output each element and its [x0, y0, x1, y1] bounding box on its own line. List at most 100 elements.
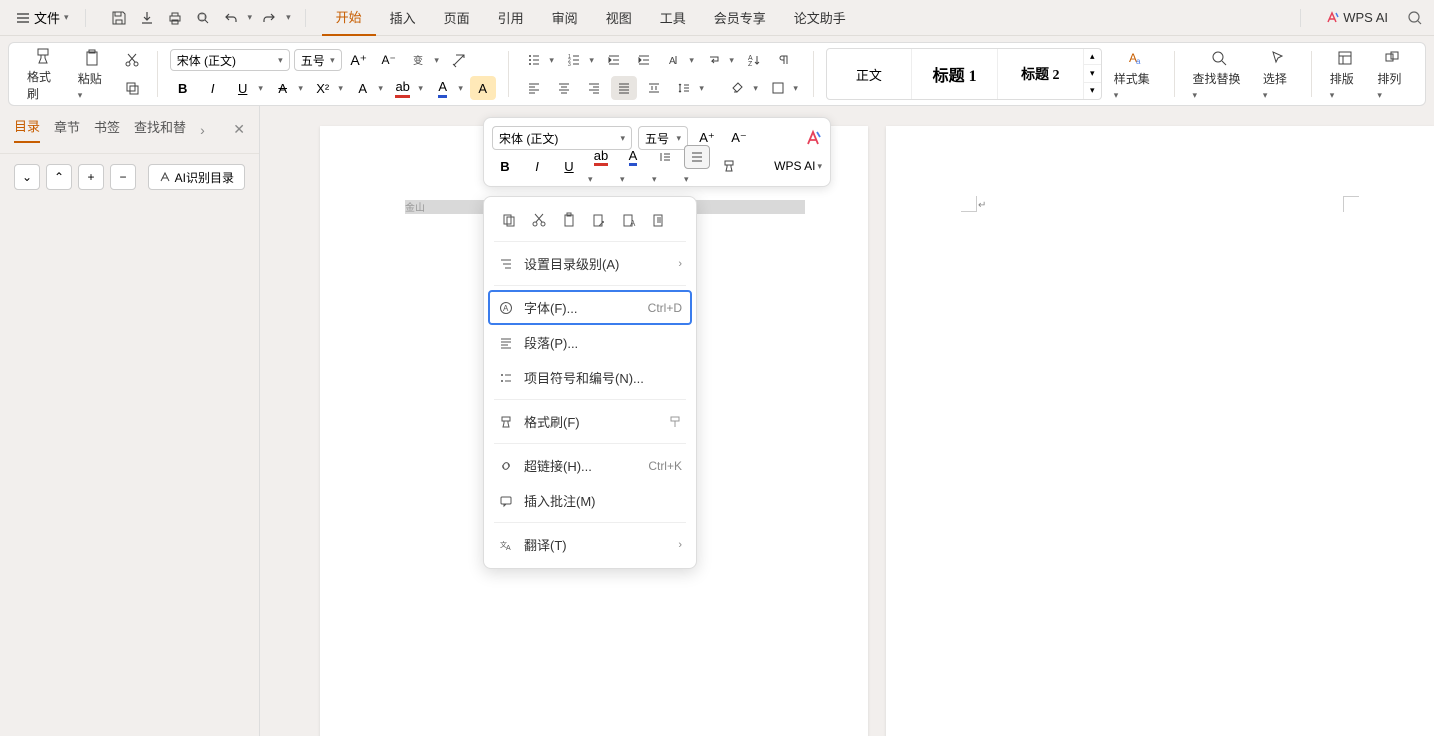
align-left-button[interactable] [521, 76, 547, 100]
ctx-translate[interactable]: 文A 翻译(T) › [484, 527, 696, 562]
italic-button[interactable]: I [200, 76, 226, 100]
style-heading1[interactable]: 标题 1 [912, 48, 998, 100]
tab-review[interactable]: 审阅 [538, 0, 592, 35]
font-family-combo[interactable]: 宋体 (正文)▾ [170, 49, 290, 71]
bold-button[interactable]: B [170, 76, 196, 100]
distribute-button[interactable] [641, 76, 667, 100]
ctx-cut-icon[interactable] [528, 209, 550, 231]
ctx-toc-level[interactable]: 设置目录级别(A) › [484, 246, 696, 281]
change-case-button[interactable]: 变▾ [406, 48, 442, 72]
ctx-paste-text-icon[interactable]: A [618, 209, 640, 231]
wps-ai-button[interactable]: WPS AI [1317, 6, 1396, 29]
style-scroll-up[interactable]: ▴ [1084, 48, 1101, 65]
print-preview-icon[interactable] [192, 7, 214, 29]
ctx-font[interactable]: A 字体(F)... Ctrl+D [488, 290, 692, 325]
style-expand[interactable]: ▾ [1084, 83, 1101, 100]
increase-indent-button[interactable] [631, 48, 657, 72]
align-center-button[interactable] [551, 76, 577, 100]
mini-italic[interactable]: I [524, 154, 550, 178]
ctx-paste-special-icon[interactable] [588, 209, 610, 231]
number-list-button[interactable]: 123▾ [561, 48, 597, 72]
shading-button[interactable]: ▾ [725, 76, 761, 100]
ctx-paste-icon[interactable] [558, 209, 580, 231]
save-icon[interactable] [108, 7, 130, 29]
remove-button[interactable]: − [110, 164, 136, 190]
mini-format-painter[interactable] [716, 154, 742, 178]
line-break-button[interactable]: ▾ [701, 48, 737, 72]
decrease-font-icon[interactable]: A⁻ [376, 48, 402, 72]
mini-font-color[interactable]: A▾ [620, 145, 646, 187]
ai-spark-icon[interactable] [804, 129, 822, 147]
file-menu-button[interactable]: 文件 ▾ [8, 4, 77, 31]
show-marks-button[interactable] [771, 48, 797, 72]
ctx-copy-icon[interactable] [498, 209, 520, 231]
text-effect-button[interactable]: A▾ [350, 76, 386, 100]
ctx-paste-format-icon[interactable] [648, 209, 670, 231]
underline-button[interactable]: U▾ [230, 76, 266, 100]
increase-font-icon[interactable]: A⁺ [346, 48, 372, 72]
style-normal[interactable]: 正文 [827, 48, 913, 100]
side-tab-more[interactable]: › [200, 122, 205, 138]
phonetic-guide-button[interactable]: A [470, 76, 496, 100]
side-close-button[interactable]: ✕ [233, 121, 245, 138]
collapse-up-button[interactable]: ⌃ [46, 164, 72, 190]
ctx-comment[interactable]: 插入批注(M) [484, 483, 696, 518]
line-spacing-button[interactable]: ▾ [671, 76, 707, 100]
mini-line-spacing[interactable]: ▾ [652, 145, 678, 187]
superscript-button[interactable]: X²▾ [310, 76, 346, 100]
find-replace-button[interactable]: 查找替换 ▾ [1187, 44, 1251, 105]
style-heading2[interactable]: 标题 2 [998, 48, 1084, 100]
add-button[interactable]: + [78, 164, 104, 190]
ai-toc-button[interactable]: AI识别目录 [148, 164, 245, 190]
bullet-list-button[interactable]: ▾ [521, 48, 557, 72]
mini-highlight[interactable]: ab▾ [588, 145, 614, 187]
font-size-combo[interactable]: 五号▾ [294, 49, 342, 71]
strikethrough-button[interactable]: A▾ [270, 76, 306, 100]
ctx-hyperlink[interactable]: 超链接(H)... Ctrl+K [484, 448, 696, 483]
align-right-button[interactable] [581, 76, 607, 100]
mini-decrease-font[interactable]: A⁻ [726, 126, 752, 150]
ctx-bullets[interactable]: 项目符号和编号(N)... [484, 360, 696, 395]
mini-bold[interactable]: B [492, 154, 518, 178]
tab-member[interactable]: 会员专享 [700, 0, 780, 35]
decrease-indent-button[interactable] [601, 48, 627, 72]
tab-tools[interactable]: 工具 [646, 0, 700, 35]
style-scroll-down[interactable]: ▾ [1084, 65, 1101, 82]
side-tab-toc[interactable]: 目录 [14, 116, 40, 143]
styles-button[interactable]: Aa 样式集 ▾ [1108, 44, 1162, 105]
clear-format-icon[interactable] [446, 48, 472, 72]
side-tab-bookmark[interactable]: 书签 [94, 117, 120, 142]
undo-button[interactable] [220, 7, 242, 29]
expand-down-button[interactable]: ⌄ [14, 164, 40, 190]
highlight-color-button[interactable]: ab▾ [390, 76, 426, 100]
text-direction-button[interactable]: A▾ [661, 48, 697, 72]
sort-button[interactable]: AZ [741, 48, 767, 72]
tab-reference[interactable]: 引用 [484, 0, 538, 35]
mini-wps-ai[interactable]: WPS AI▾ [774, 159, 822, 173]
copy-button[interactable] [119, 76, 145, 100]
tab-thesis[interactable]: 论文助手 [780, 0, 860, 35]
tab-insert[interactable]: 插入 [376, 0, 430, 35]
font-color-button[interactable]: A▾ [430, 76, 466, 100]
ctx-paragraph[interactable]: 段落(P)... [484, 325, 696, 360]
side-tab-find[interactable]: 查找和替 [134, 117, 186, 142]
tab-page[interactable]: 页面 [430, 0, 484, 35]
side-tab-section[interactable]: 章节 [54, 117, 80, 142]
ctx-format-painter[interactable]: 格式刷(F) [484, 404, 696, 439]
paste-button[interactable]: 粘贴 ▾ [72, 44, 113, 105]
format-painter-button[interactable]: 格式刷 [21, 42, 66, 106]
tab-start[interactable]: 开始 [322, 0, 376, 36]
export-icon[interactable] [136, 7, 158, 29]
align-justify-button[interactable] [611, 76, 637, 100]
redo-dropdown[interactable]: ▾ [286, 12, 291, 23]
document-page-2[interactable]: ↵ [886, 126, 1434, 736]
border-button[interactable]: ▾ [765, 76, 801, 100]
arrange-button[interactable]: 排列 ▾ [1371, 44, 1413, 105]
cut-button[interactable] [119, 48, 145, 72]
undo-dropdown[interactable]: ▾ [248, 12, 253, 23]
redo-button[interactable] [258, 7, 280, 29]
mini-list[interactable]: ▾ [684, 145, 710, 187]
tab-view[interactable]: 视图 [592, 0, 646, 35]
layout-button[interactable]: 排版 ▾ [1324, 44, 1366, 105]
mini-underline[interactable]: U [556, 154, 582, 178]
